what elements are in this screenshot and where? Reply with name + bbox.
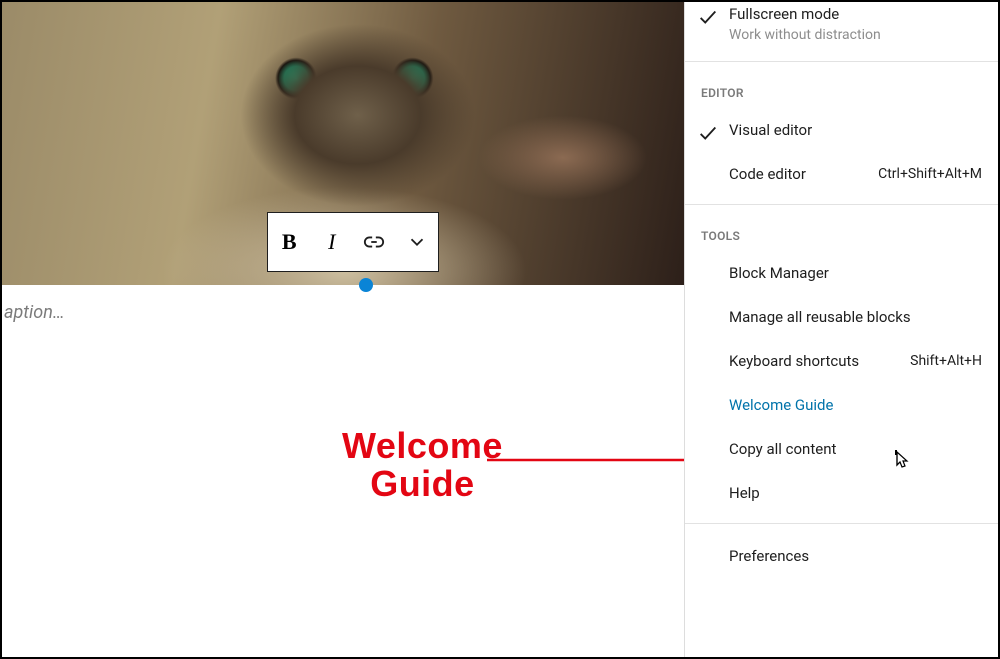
section-prefs: Preferences [685,524,998,582]
section-heading-editor: EDITOR [685,62,998,110]
keyboard-shortcut: Ctrl+Shift+Alt+M [878,164,982,182]
menu-item-visual-editor[interactable]: Visual editor [685,110,998,154]
chevron-down-icon [406,231,428,253]
app-frame: B I aption… Welcome Guide [0,0,1000,659]
menu-item-label: Keyboard shortcuts [729,351,900,371]
menu-item-fullscreen-mode[interactable]: Fullscreen mode Work without distraction [685,2,998,55]
italic-icon: I [328,229,335,255]
menu-item-label: Block Manager [729,263,982,283]
annotation-text-line2: Guide [342,465,503,503]
image-caption-input[interactable]: aption… [2,302,65,323]
section-editor: EDITOR Visual editor Code editor Ctrl+Sh… [685,62,998,205]
link-icon [363,231,385,253]
section-tools: TOOLS Block Manager Manage all reusable … [685,205,998,524]
block-format-toolbar: B I [267,212,439,272]
options-menu: Fullscreen mode Work without distraction… [684,2,998,657]
keyboard-shortcut: Shift+Alt+H [910,351,982,369]
menu-item-label: Code editor [729,164,868,184]
menu-item-label: Preferences [729,546,982,566]
menu-item-sublabel: Work without distraction [729,26,982,45]
menu-item-label: Welcome Guide [729,395,982,415]
checkmark-icon [697,122,719,144]
editor-canvas: B I aption… [2,2,686,657]
annotation-label: Welcome Guide [342,427,503,503]
menu-item-label: Manage all reusable blocks [729,307,982,327]
section-view: Fullscreen mode Work without distraction [685,2,998,62]
link-button[interactable] [358,226,390,258]
menu-item-label: Help [729,483,982,503]
menu-item-help[interactable]: Help [685,473,998,517]
annotation-text-line1: Welcome [342,427,503,465]
section-heading-tools: TOOLS [685,205,998,253]
italic-button[interactable]: I [316,226,348,258]
menu-item-block-manager[interactable]: Block Manager [685,253,998,297]
menu-item-manage-reusable-blocks[interactable]: Manage all reusable blocks [685,297,998,341]
image-resize-handle[interactable] [359,278,373,292]
more-formatting-button[interactable] [401,226,433,258]
menu-item-welcome-guide[interactable]: Welcome Guide [685,385,998,429]
menu-item-copy-all-content[interactable]: Copy all content [685,429,998,473]
menu-item-label: Visual editor [729,120,982,140]
menu-item-preferences[interactable]: Preferences [685,524,998,576]
checkmark-icon [697,6,719,28]
menu-item-label: Copy all content [729,439,982,459]
menu-item-label: Fullscreen mode [729,4,982,24]
menu-item-code-editor[interactable]: Code editor Ctrl+Shift+Alt+M [685,154,998,198]
menu-item-keyboard-shortcuts[interactable]: Keyboard shortcuts Shift+Alt+H [685,341,998,385]
bold-icon: B [282,229,297,255]
bold-button[interactable]: B [273,226,305,258]
